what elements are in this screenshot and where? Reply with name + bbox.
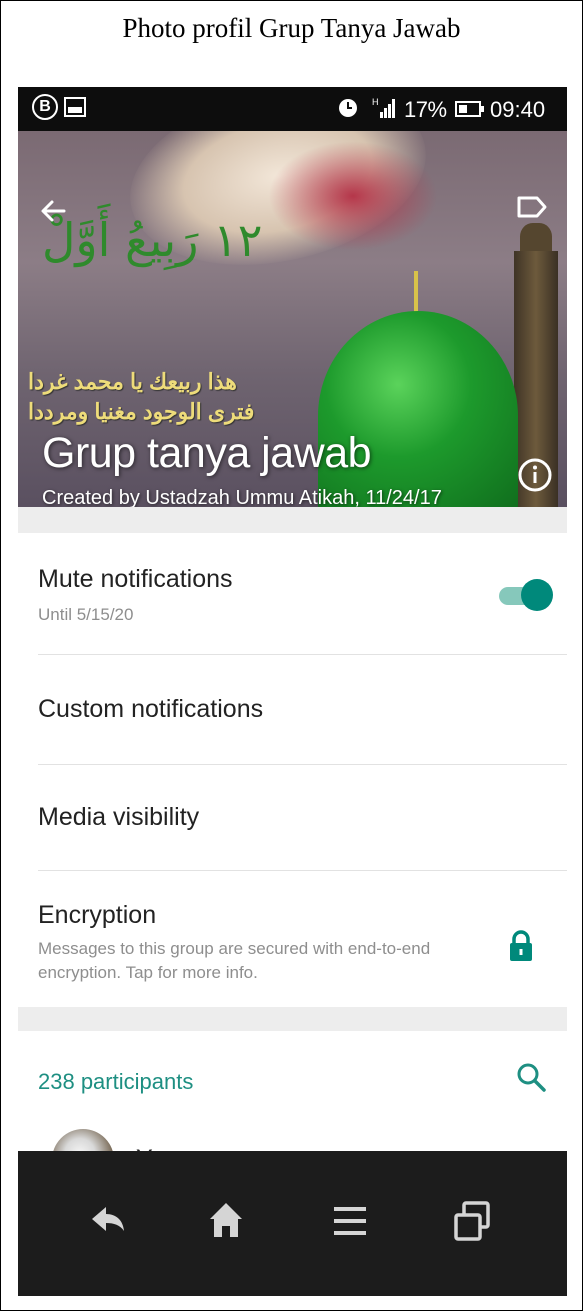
section-spacer — [18, 1007, 567, 1031]
status-bar: B H 17% 09:40 — [18, 87, 567, 131]
encryption-description-line-1: Messages to this group are secured with … — [38, 939, 431, 958]
phone-screen: B H 17% 09:40 ١٢ رَبِيعُ أَوَّلْ هذا ربي… — [18, 87, 567, 1296]
calligraphy-accent-decoration — [268, 141, 438, 251]
alarm-clock-icon — [339, 99, 357, 117]
custom-notifications-row[interactable]: Custom notifications — [18, 655, 567, 765]
encryption-row[interactable]: Encryption Messages to this group are se… — [18, 871, 567, 1007]
system-nav-bar — [18, 1151, 567, 1296]
media-visibility-row[interactable]: Media visibility — [18, 765, 567, 871]
signal-type-label: H — [372, 97, 379, 107]
b-circle-icon: B — [32, 94, 58, 120]
label-tag-icon[interactable] — [511, 187, 551, 227]
screenshot-frame: Photo profil Grup Tanya Jawab B H 17% 09… — [0, 0, 583, 1311]
info-icon[interactable] — [517, 457, 553, 493]
participants-count: 238 participants — [38, 1069, 194, 1094]
section-spacer — [18, 507, 567, 533]
back-icon[interactable] — [78, 1191, 138, 1251]
figure-caption: Photo profil Grup Tanya Jawab — [122, 13, 461, 43]
menu-icon[interactable] — [320, 1191, 380, 1251]
battery-icon — [455, 101, 484, 117]
image-notification-icon — [64, 97, 86, 117]
battery-percent: 17% — [404, 97, 447, 122]
group-created-info: Created by Ustadzah Ummu Atikah, 11/24/1… — [42, 487, 442, 507]
home-icon[interactable] — [196, 1191, 256, 1251]
arabic-poem-line-1: هذا ربيعك يا محمد غردا — [28, 369, 237, 394]
back-arrow-icon[interactable] — [34, 191, 74, 231]
group-name: Grup tanya jawab — [42, 429, 372, 477]
recent-apps-icon[interactable] — [442, 1191, 502, 1251]
mute-notifications-subtitle: Until 5/15/20 — [38, 605, 134, 624]
search-icon[interactable] — [515, 1061, 547, 1093]
lock-icon — [510, 930, 532, 961]
encryption-title: Encryption — [38, 901, 157, 929]
status-time: 09:40 — [490, 97, 546, 122]
group-header-image[interactable]: ١٢ رَبِيعُ أَوَّلْ هذا ربيعك يا محمد غرد… — [18, 131, 567, 507]
signal-icon: H — [372, 97, 395, 118]
arabic-poem-line-2: فترى الوجود مغنيا ومرددا — [28, 399, 255, 424]
participants-section: 238 participants You — [18, 1031, 567, 1191]
mute-notifications-row[interactable]: Mute notifications Until 5/15/20 — [18, 533, 567, 655]
media-visibility-title: Media visibility — [38, 803, 200, 831]
mute-notifications-title: Mute notifications — [38, 565, 233, 593]
mute-toggle[interactable] — [497, 577, 553, 613]
toggle-knob — [521, 579, 553, 611]
encryption-description-line-2: encryption. Tap for more info. — [38, 963, 258, 982]
custom-notifications-title: Custom notifications — [38, 695, 264, 723]
arabic-calligraphy-title: ١٢ رَبِيعُ أَوَّلْ — [42, 213, 263, 267]
